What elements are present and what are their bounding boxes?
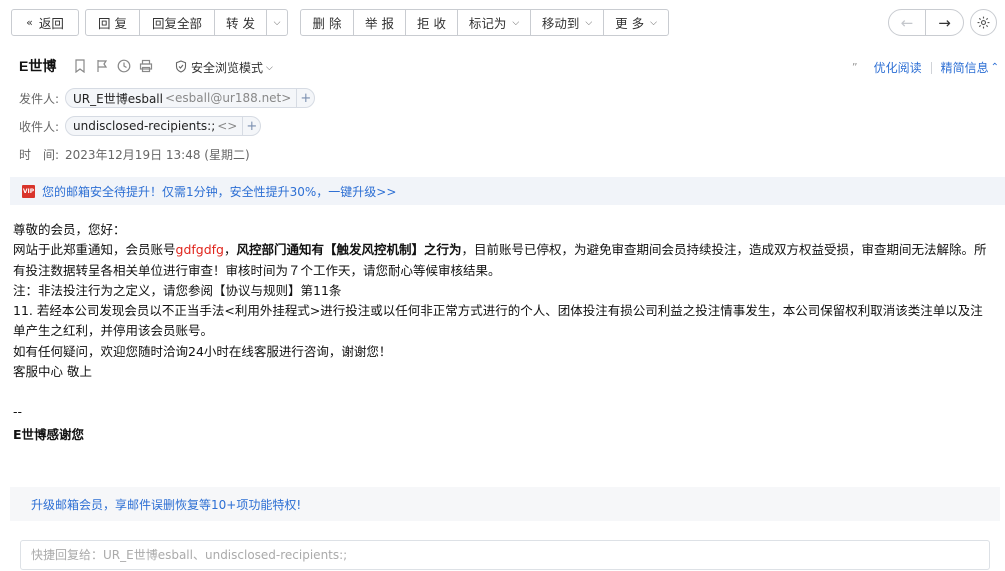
- time-row: 时 间: 2023年12月19日 13:48 (星期二): [19, 146, 250, 163]
- sent-time: 2023年12月19日 13:48 (星期二): [65, 148, 250, 162]
- mail-body: 尊敬的会员，您好： 网站于此郑重通知，会员账号gdfgdfg，风控部门通知有【触…: [13, 220, 993, 445]
- action-group: 删 除 举 报 拒 收 标记为 ⌵ 移动到 ⌵ 更 多 ⌵: [300, 9, 669, 36]
- signature-separator: --: [13, 404, 23, 420]
- chevron-down-icon: ⌵: [273, 17, 281, 28]
- vip-icon: VIP: [22, 184, 35, 198]
- contact-paragraph: 如有任何疑问，欢迎您随时洽询24小时在线客服进行咨询，谢谢您！: [13, 343, 392, 359]
- mail-subject: E世博: [19, 58, 57, 74]
- subject-icons: [72, 58, 154, 74]
- double-chevron-up-icon[interactable]: ⌃: [991, 62, 999, 73]
- sender-name: UR_E世博esball: [73, 91, 163, 106]
- double-chevron-left-icon: «: [26, 16, 33, 29]
- next-mail-button[interactable]: →: [926, 10, 963, 35]
- recipient-address: <>: [217, 119, 238, 133]
- rule-paragraph: 11. 若经本公司发现会员以不正当手法<利用外挂程式>进行投注或以任何非正常方式…: [13, 303, 983, 339]
- clock-icon[interactable]: [116, 58, 132, 74]
- mark-as-button[interactable]: 标记为 ⌵: [458, 10, 531, 35]
- move-to-button[interactable]: 移动到 ⌵: [531, 10, 604, 35]
- chevron-down-icon: ⌵: [585, 17, 593, 28]
- signature-name: E世博感谢您: [13, 426, 85, 442]
- security-upgrade-link[interactable]: 您的邮箱安全待提升！仅需1分钟，安全性提升30%，一键升级>>: [42, 183, 396, 200]
- arrow-left-icon: ←: [900, 13, 914, 32]
- flag-icon[interactable]: [94, 58, 110, 74]
- prev-mail-button[interactable]: ←: [889, 10, 927, 35]
- to-label: 收件人:: [19, 119, 60, 134]
- divider: [930, 61, 932, 74]
- add-contact-icon[interactable]: +: [242, 117, 260, 135]
- arrow-right-icon: →: [938, 13, 951, 32]
- header-right-links: ” 优化阅读 精简信息 ⌃: [852, 59, 999, 76]
- more-button[interactable]: 更 多 ⌵: [604, 10, 668, 35]
- sender-chip[interactable]: UR_E世博esball <esball@ur188.net> +: [65, 88, 316, 108]
- reply-button[interactable]: 回 复: [86, 10, 140, 35]
- security-upgrade-banner[interactable]: VIP 您的邮箱安全待提升！仅需1分钟，安全性提升30%，一键升级>>: [10, 177, 1005, 205]
- optimize-reading-link[interactable]: 优化阅读: [874, 59, 922, 76]
- forward-dropdown-button[interactable]: ⌵: [267, 10, 287, 35]
- chevron-down-icon: ⌵: [512, 17, 520, 28]
- gear-icon: [977, 16, 990, 29]
- chevron-down-icon: ⌵: [650, 17, 657, 28]
- closing-line: 客服中心 敬上: [13, 364, 92, 380]
- risk-notice: 风控部门通知有【触发风控机制】之行为: [236, 242, 462, 258]
- quick-reply-box[interactable]: [20, 540, 990, 570]
- toolbar: « 返回 回 复 回复全部 转 发 ⌵ 删 除 举 报 拒 收 标记为 ⌵ 移动…: [0, 0, 1005, 46]
- back-button[interactable]: « 返回: [12, 10, 78, 35]
- settings-button[interactable]: [970, 9, 997, 36]
- sender-address: <esball@ur188.net>: [164, 91, 292, 105]
- time-label: 时 间:: [19, 148, 60, 162]
- recipient-name: undisclosed-recipients:;: [73, 119, 216, 133]
- bookmark-icon[interactable]: [72, 58, 88, 74]
- reply-group: 回 复 回复全部 转 发 ⌵: [85, 9, 288, 36]
- forward-button[interactable]: 转 发: [215, 10, 267, 35]
- account-name: gdfgdfg: [175, 242, 224, 258]
- print-icon[interactable]: [138, 58, 154, 74]
- greeting: 尊敬的会员，您好：: [13, 222, 126, 237]
- brief-info-link[interactable]: 精简信息: [941, 59, 989, 76]
- membership-promo-banner[interactable]: 升级邮箱会员，享邮件误删恢复等10+项功能特权!: [10, 487, 1000, 521]
- add-contact-icon[interactable]: +: [296, 89, 314, 107]
- reply-all-button[interactable]: 回复全部: [140, 10, 215, 35]
- safe-browsing-dropdown[interactable]: 安全浏览模式 ⌵: [175, 59, 273, 76]
- chevron-down-icon: ⌵: [266, 62, 273, 73]
- prev-next-group: ← →: [888, 9, 964, 36]
- back-group: « 返回: [11, 9, 79, 36]
- note-paragraph: 注：非法投注行为之定义，请您参阅【协议与规则】第11条: [13, 282, 342, 298]
- from-label: 发件人:: [19, 91, 60, 106]
- report-button[interactable]: 举 报: [354, 10, 406, 35]
- quick-reply-input[interactable]: [21, 542, 989, 568]
- from-row: 发件人: UR_E世博esball <esball@ur188.net> +: [19, 88, 316, 108]
- shield-icon: [175, 59, 187, 76]
- notice-paragraph: 网站于此郑重通知，会员账号gdfgdfg，风控部门通知有【触发风控机制】之行为，…: [13, 242, 987, 278]
- quote-icon: ”: [851, 61, 858, 74]
- to-row: 收件人: undisclosed-recipients:; <> +: [19, 116, 262, 136]
- delete-button[interactable]: 删 除: [301, 10, 354, 35]
- reject-button[interactable]: 拒 收: [406, 10, 458, 35]
- membership-promo-link[interactable]: 升级邮箱会员，享邮件误删恢复等10+项功能特权!: [31, 496, 301, 513]
- recipient-chip[interactable]: undisclosed-recipients:; <> +: [65, 116, 262, 136]
